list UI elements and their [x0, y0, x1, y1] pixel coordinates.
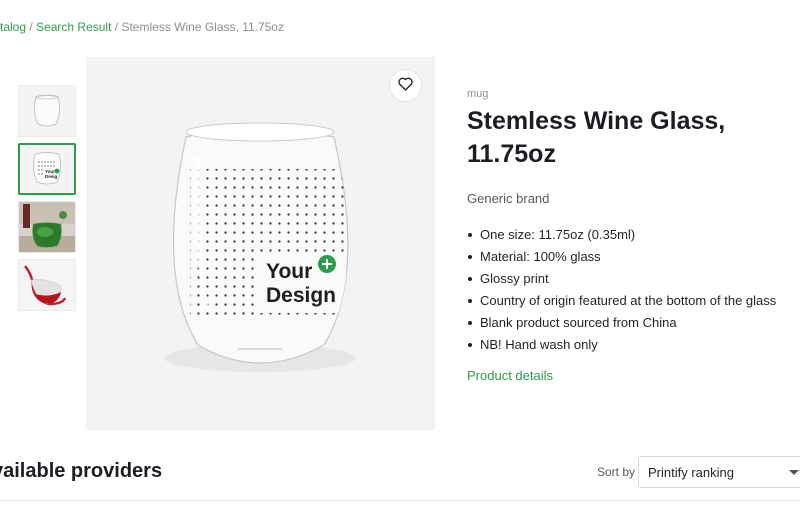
- chevron-down-icon: [789, 470, 799, 475]
- feature-item: Glossy print: [467, 269, 777, 288]
- product-main-image: Your Design: [86, 57, 435, 430]
- breadcrumb-current: Stemless Wine Glass, 11.75oz: [121, 20, 284, 34]
- thumbnail-glass-red-wine[interactable]: [18, 259, 76, 311]
- thumbnail-glass-with-plant[interactable]: [18, 201, 76, 253]
- breadcrumb-catalog[interactable]: talog: [0, 20, 26, 34]
- feature-item: NB! Hand wash only: [467, 335, 777, 354]
- product-category: mug: [467, 88, 489, 100]
- divider: [0, 500, 800, 501]
- feature-item: Country of origin featured at the bottom…: [467, 291, 777, 310]
- breadcrumb: talog / Search Result / Stemless Wine Gl…: [0, 20, 284, 34]
- thumbnail-list: Your Desig: [18, 85, 76, 317]
- feature-item: Blank product sourced from China: [467, 313, 777, 332]
- design-text-your: Your: [266, 260, 312, 283]
- product-title: Stemless Wine Glass, 11.75oz: [467, 105, 777, 171]
- thumbnail-glass-your-design[interactable]: Your Desig: [18, 143, 76, 195]
- heart-icon: [397, 76, 414, 96]
- sort-value: Printify ranking: [648, 465, 734, 480]
- favorite-button[interactable]: [389, 69, 422, 102]
- product-brand: Generic brand: [467, 191, 550, 206]
- product-info: mug Stemless Wine Glass, 11.75oz Generic…: [467, 88, 777, 385]
- sort-dropdown[interactable]: Printify ranking: [638, 456, 800, 488]
- thumbnail-glass-plain[interactable]: [18, 85, 76, 137]
- breadcrumb-separator: /: [114, 20, 119, 34]
- product-title-line1: Stemless Wine Glass,: [467, 107, 726, 135]
- product-details-link[interactable]: Product details: [467, 368, 553, 383]
- sort-label: Sort by: [597, 465, 636, 479]
- breadcrumb-search-result[interactable]: Search Result: [36, 20, 111, 34]
- design-text-design: Design: [266, 284, 336, 307]
- feature-list: One size: 11.75oz (0.35ml) Material: 100…: [467, 225, 777, 354]
- breadcrumb-separator: /: [29, 20, 33, 34]
- feature-item: Material: 100% glass: [467, 247, 777, 266]
- svg-text:Desig: Desig: [45, 174, 58, 179]
- feature-item: One size: 11.75oz (0.35ml): [467, 225, 777, 244]
- product-title-line2: 11.75oz: [467, 140, 556, 168]
- providers-heading: vailable providers: [0, 460, 163, 482]
